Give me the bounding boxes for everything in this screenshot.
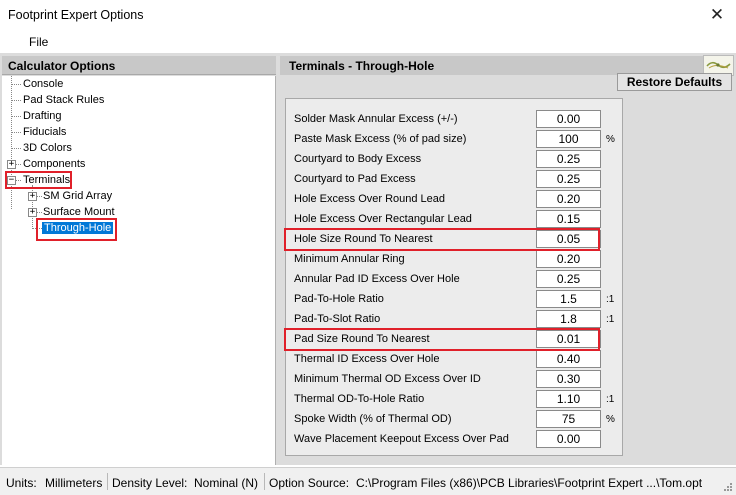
option-label: Minimum Thermal OD Excess Over ID — [294, 373, 481, 385]
tree-connector — [16, 164, 21, 165]
menu-bar: File — [0, 31, 736, 53]
units-label: Units: — [6, 476, 37, 490]
option-value-input[interactable]: 0.25 — [536, 170, 601, 188]
option-label: Annular Pad ID Excess Over Hole — [294, 273, 460, 285]
tree-item-fiducials[interactable]: Fiducials — [23, 125, 66, 140]
option-label: Solder Mask Annular Excess (+/-) — [294, 113, 458, 125]
expand-plus-icon[interactable]: + — [7, 160, 16, 169]
density-value: Nominal (N) — [194, 476, 259, 490]
option-value-input[interactable]: 0.20 — [536, 250, 601, 268]
tree-item-console[interactable]: Console — [23, 77, 63, 92]
option-value-input[interactable]: 100 — [536, 130, 601, 148]
option-value-input[interactable]: 0.00 — [536, 430, 601, 448]
option-label: Courtyard to Body Excess — [294, 153, 422, 165]
window-title: Footprint Expert Options — [8, 8, 144, 22]
option-label: Wave Placement Keepout Excess Over Pad — [294, 433, 509, 445]
units-value: Millimeters — [45, 476, 103, 490]
restore-defaults-button[interactable]: Restore Defaults — [617, 73, 732, 91]
option-unit: % — [606, 134, 615, 145]
option-label: Spoke Width (% of Thermal OD) — [294, 413, 452, 425]
status-bar: Units: Millimeters Density Level: Nomina… — [0, 467, 736, 495]
option-value-input[interactable]: 0.20 — [536, 190, 601, 208]
status-separator — [107, 473, 108, 490]
option-value-input[interactable]: 1.5 — [536, 290, 601, 308]
option-value-input[interactable]: 0.25 — [536, 150, 601, 168]
section-title: Terminals - Through-Hole — [289, 59, 435, 73]
option-label: Minimum Annular Ring — [294, 253, 405, 265]
highlight-box-hole-size — [284, 228, 600, 251]
highlight-box-pad-size — [284, 328, 600, 351]
tree-connector — [12, 116, 21, 117]
option-label: Hole Excess Over Rectangular Lead — [294, 213, 472, 225]
options-tree[interactable]: Console Pad Stack Rules Drafting Fiducia… — [2, 76, 276, 465]
density-label: Density Level: — [112, 476, 188, 490]
option-value-input[interactable]: 1.8 — [536, 310, 601, 328]
tree-connector — [12, 132, 21, 133]
source-label: Option Source: — [269, 476, 350, 490]
option-value-input[interactable]: 1.10 — [536, 390, 601, 408]
option-unit: :1 — [606, 294, 615, 305]
option-label: Courtyard to Pad Excess — [294, 173, 416, 185]
option-value-input[interactable]: 0.30 — [536, 370, 601, 388]
option-value-input[interactable]: 0.40 — [536, 350, 601, 368]
option-value-input[interactable]: 0.00 — [536, 110, 601, 128]
expand-plus-icon[interactable]: + — [28, 192, 37, 201]
tree-connector — [12, 148, 21, 149]
option-value-input[interactable]: 0.25 — [536, 270, 601, 288]
option-label: Pad-To-Hole Ratio — [294, 293, 384, 305]
tree-connector — [12, 100, 21, 101]
option-value-input[interactable]: 0.15 — [536, 210, 601, 228]
title-bar: Footprint Expert Options ✕ — [0, 0, 736, 31]
option-value-input[interactable]: 75 — [536, 410, 601, 428]
option-label: Pad-To-Slot Ratio — [294, 313, 381, 325]
option-unit: :1 — [606, 314, 615, 325]
tree-item-drafting[interactable]: Drafting — [23, 109, 62, 124]
tree-root-line — [11, 76, 12, 209]
option-unit: % — [606, 414, 615, 425]
tree-item-sm-grid-array[interactable]: SM Grid Array — [43, 189, 112, 204]
menu-file[interactable]: File — [29, 35, 48, 49]
resize-grip-icon[interactable] — [723, 482, 733, 492]
tree-item-pad-stack-rules[interactable]: Pad Stack Rules — [23, 93, 104, 108]
expand-plus-icon[interactable]: + — [28, 208, 37, 217]
tree-item-components[interactable]: Components — [23, 157, 85, 172]
tree-item-3d-colors[interactable]: 3D Colors — [23, 141, 72, 156]
option-label: Hole Excess Over Round Lead — [294, 193, 446, 205]
option-label: Thermal ID Excess Over Hole — [294, 353, 440, 365]
status-separator — [264, 473, 265, 490]
calculator-options-title: Calculator Options — [8, 59, 116, 73]
highlight-box-terminals — [5, 171, 72, 189]
calculator-options-header: Calculator Options — [2, 56, 276, 75]
option-unit: :1 — [606, 394, 615, 405]
option-label: Paste Mask Excess (% of pad size) — [294, 133, 467, 145]
tree-connector — [12, 84, 21, 85]
highlight-box-through-hole — [36, 218, 117, 241]
close-icon[interactable]: ✕ — [708, 5, 726, 25]
source-value: C:\Program Files (x86)\PCB Libraries\Foo… — [356, 476, 703, 490]
option-label: Thermal OD-To-Hole Ratio — [294, 393, 425, 405]
